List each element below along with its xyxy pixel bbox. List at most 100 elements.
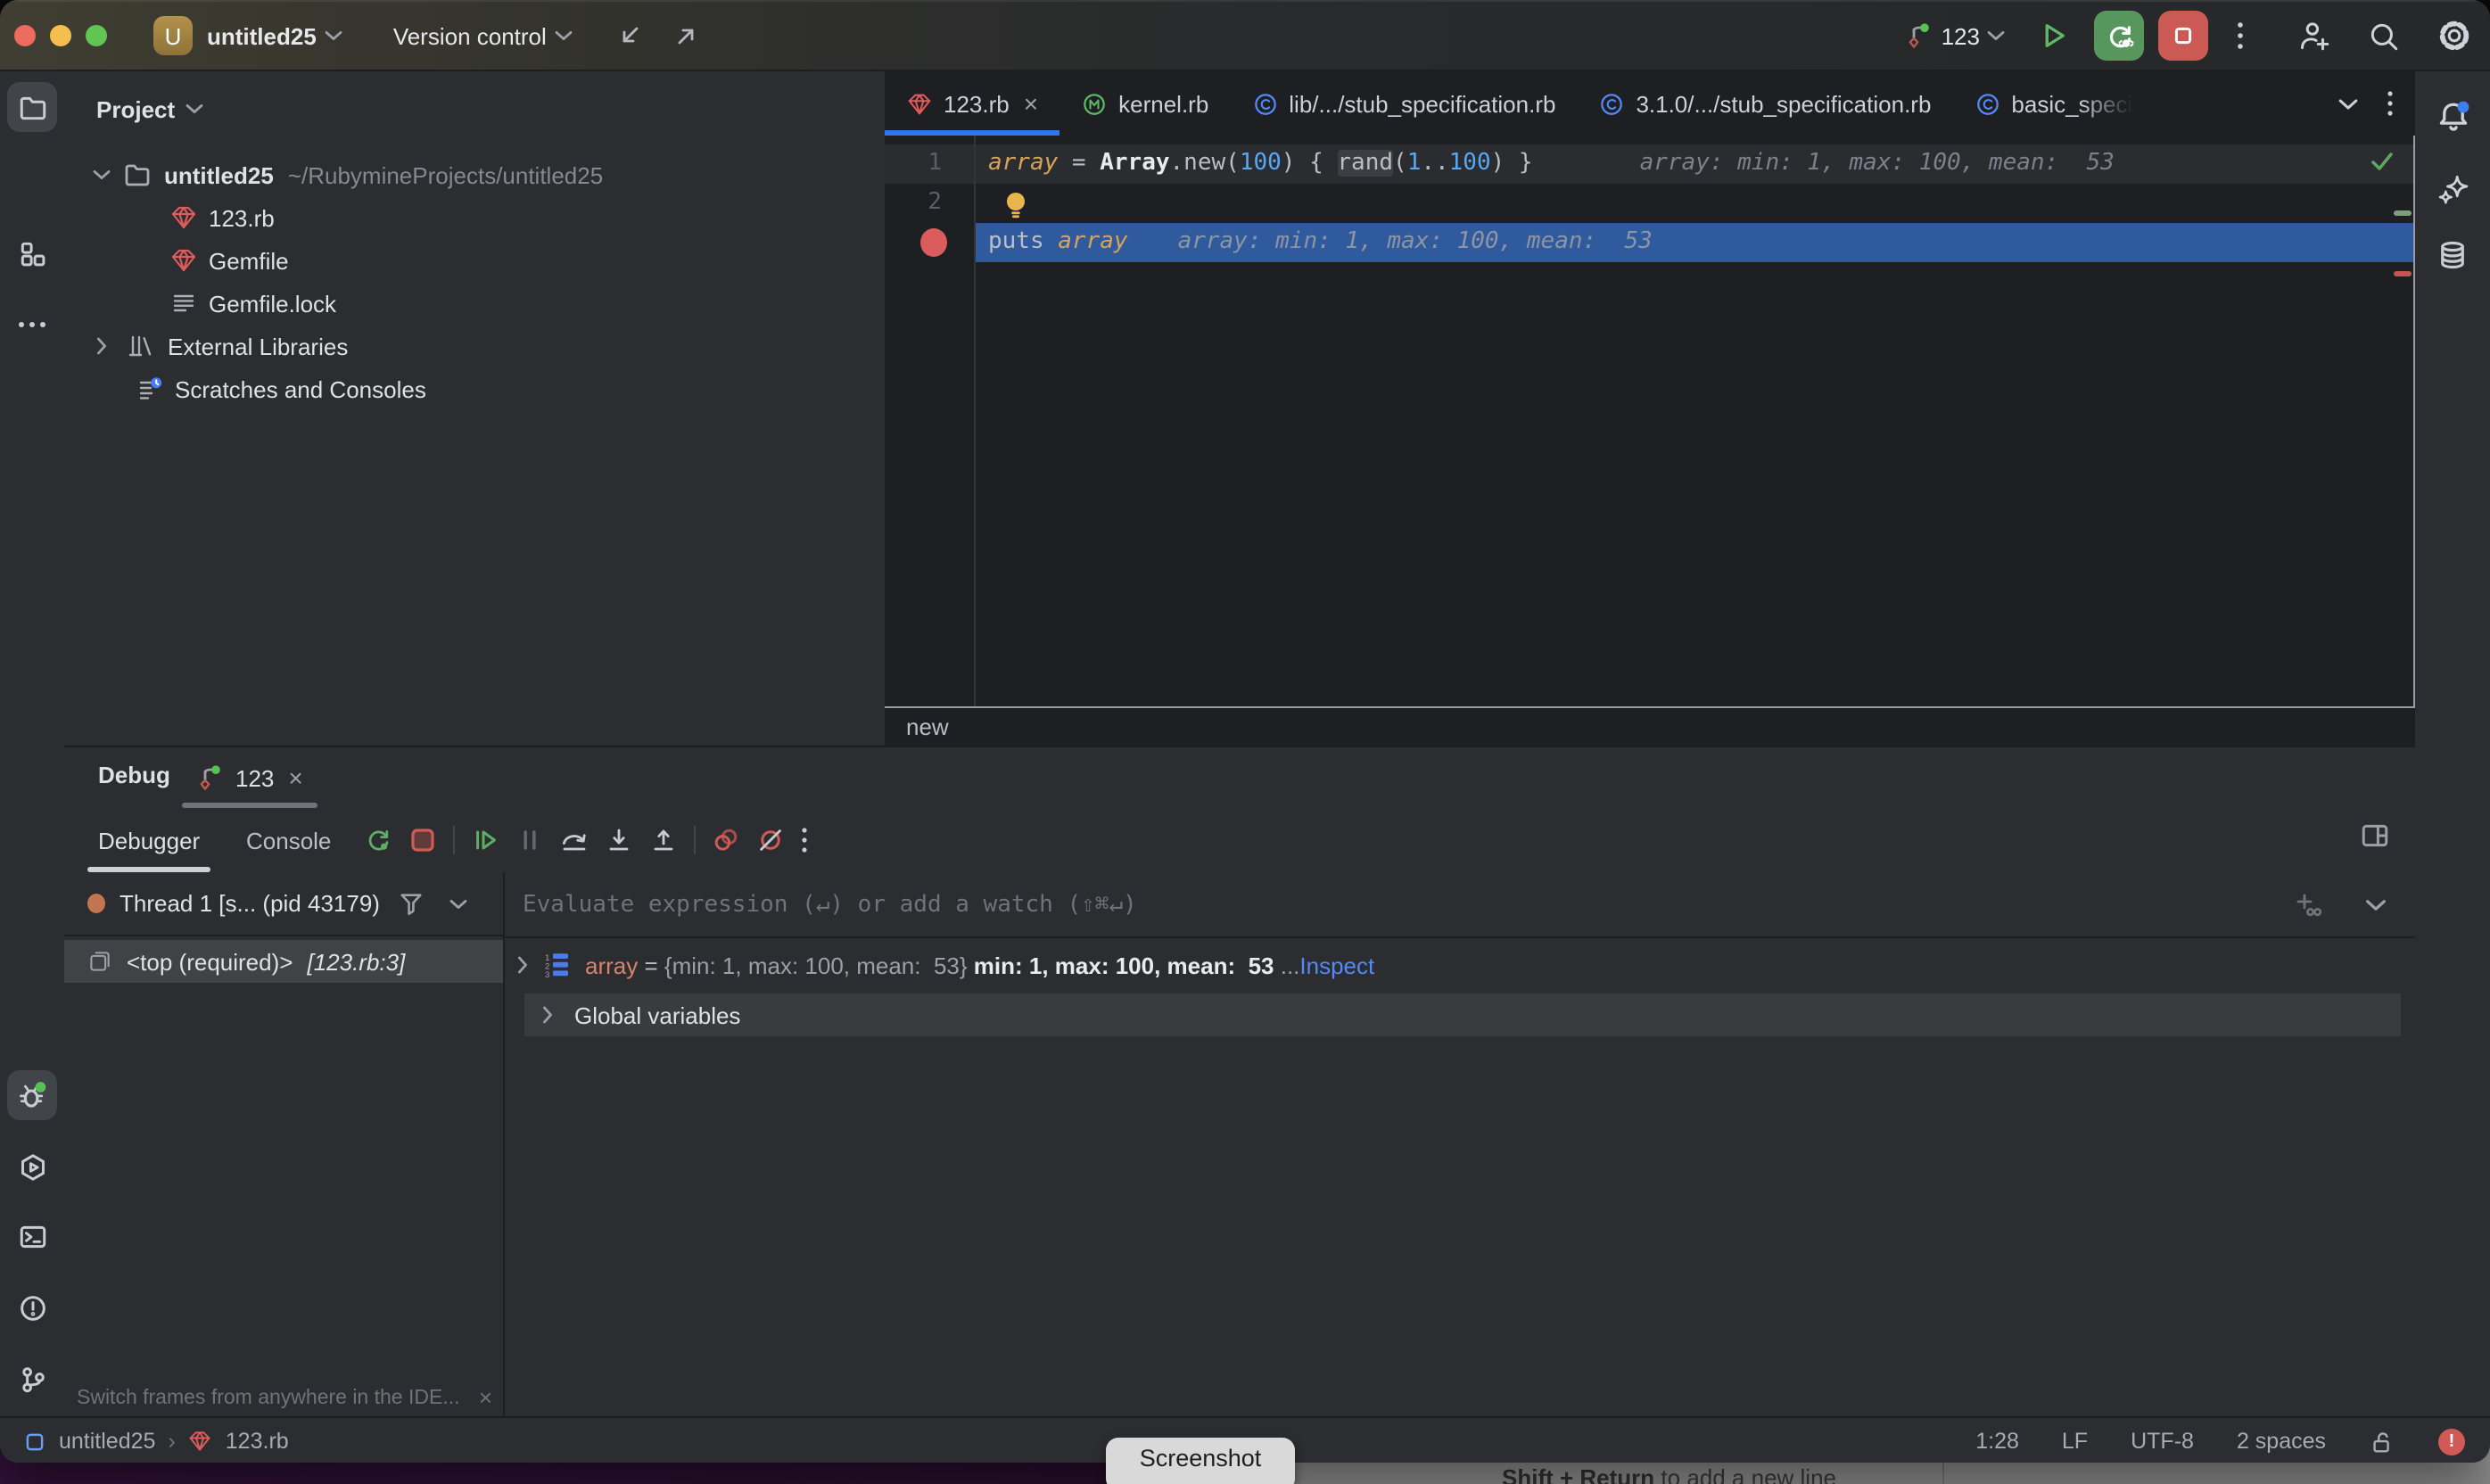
chevron-right-icon[interactable] — [96, 337, 107, 355]
mute-breakpoints-icon[interactable] — [756, 826, 785, 854]
chevron-right-icon[interactable] — [542, 1006, 553, 1024]
step-into-icon[interactable] — [605, 826, 633, 854]
breadcrumb-project[interactable]: untitled25 — [59, 1429, 155, 1454]
line-number[interactable]: 2 — [885, 184, 942, 223]
evaluate-placeholder: Evaluate expression (↵) or add a watch (… — [523, 891, 1137, 918]
breakpoint-icon[interactable] — [920, 228, 947, 257]
run-config-name: 123 — [1942, 22, 1980, 49]
console-view-tab[interactable]: Console — [235, 808, 342, 872]
project-tool-button[interactable] — [7, 82, 57, 132]
chevron-down-icon[interactable] — [93, 169, 111, 180]
layout-settings-icon[interactable] — [2360, 820, 2390, 851]
search-everywhere-icon[interactable] — [2367, 19, 2401, 53]
tree-row-scratches[interactable]: Scratches and Consoles — [64, 367, 885, 410]
code-with-me-user-plus-icon[interactable] — [2297, 19, 2331, 53]
settings-gear-icon[interactable] — [2436, 18, 2472, 54]
chevron-right-icon[interactable] — [517, 956, 528, 974]
tree-item-label: Gemfile.lock — [209, 290, 336, 317]
inspect-link[interactable]: Inspect — [1299, 952, 1374, 978]
token-word-highlight: rand — [1337, 150, 1393, 177]
more-kebab-icon[interactable] — [801, 826, 808, 854]
resume-icon[interactable] — [471, 826, 499, 854]
more-actions-kebab-icon[interactable] — [2230, 20, 2251, 52]
tree-row-file[interactable]: Gemfile.lock — [64, 282, 885, 325]
structure-tool-button[interactable] — [7, 228, 57, 278]
tab-close-icon[interactable]: × — [1024, 91, 1038, 116]
tab-label: 123.rb — [944, 90, 1010, 117]
stop-button[interactable] — [2158, 11, 2208, 61]
close-window-button[interactable] — [14, 25, 36, 46]
editor-tab-123rb[interactable]: 123.rb × — [885, 71, 1059, 136]
breadcrumb-file[interactable]: 123.rb — [226, 1429, 289, 1454]
run-config-branch-icon — [1906, 21, 1934, 50]
token-number: 100 — [1449, 150, 1491, 177]
arrow-up-right-icon[interactable] — [673, 21, 702, 50]
database-button[interactable] — [2428, 230, 2478, 280]
rerun-icon[interactable] — [364, 826, 392, 854]
line-separator-widget[interactable]: LF — [2062, 1429, 2088, 1454]
screenshot-tooltip-text: Screenshot — [1140, 1445, 1262, 1472]
debug-session-tab[interactable]: 123 × — [182, 747, 317, 808]
problems-tool-button[interactable] — [7, 1282, 57, 1332]
indent-widget[interactable]: 2 spaces — [2237, 1429, 2326, 1454]
tree-row-external-libraries[interactable]: External Libraries — [64, 325, 885, 367]
services-tool-button[interactable] — [7, 1142, 57, 1191]
run-button[interactable] — [2037, 20, 2069, 52]
zoom-window-button[interactable] — [86, 25, 107, 46]
notifications-button[interactable] — [2428, 91, 2478, 141]
terminal-tool-button[interactable] — [7, 1211, 57, 1261]
expand-chevron-icon[interactable] — [2365, 898, 2387, 911]
debug-tool-button[interactable] — [7, 1070, 57, 1120]
version-control-tool-button[interactable] — [7, 1354, 57, 1404]
console-tab-label: Console — [246, 827, 331, 853]
inspections-ok-check-icon[interactable] — [2369, 148, 2395, 175]
tree-row-file[interactable]: Gemfile — [64, 239, 885, 282]
caret-position-widget[interactable]: 1:28 — [1975, 1429, 2019, 1454]
frames-hint-text: Switch frames from anywhere in the IDE..… — [77, 1387, 460, 1408]
statusbar-breadcrumb[interactable]: untitled25 › 123.rb — [23, 1429, 289, 1454]
global-variables-row[interactable]: Global variables — [524, 993, 2401, 1036]
minimize-window-button[interactable] — [50, 25, 71, 46]
editor-tab-kernel[interactable]: kernel.rb — [1059, 71, 1230, 136]
intention-bulb-icon[interactable] — [1002, 189, 1029, 221]
frames-hint-close-icon[interactable]: × — [479, 1384, 492, 1411]
stop-icon[interactable] — [408, 826, 437, 854]
line-number[interactable]: 1 — [885, 144, 942, 184]
step-out-icon[interactable] — [649, 826, 678, 854]
add-watch-icon[interactable] — [2290, 888, 2322, 920]
stack-frame-row[interactable]: <top (required)> [123.rb:3] — [64, 940, 503, 983]
editor-tab-lib-stub-specification[interactable]: lib/.../stub_specification.rb — [1230, 71, 1577, 136]
version-control-menu[interactable]: Version control — [393, 22, 547, 49]
rerun-debug-button[interactable] — [2094, 11, 2144, 61]
thread-selector[interactable]: Thread 1 [s... (pid 43179) — [64, 872, 503, 936]
editor-tab-basic-spec[interactable]: basic_speci — [1952, 71, 2154, 136]
project-badge[interactable]: U — [153, 16, 193, 55]
chevron-down-icon[interactable] — [449, 898, 467, 909]
tab-options-kebab-icon[interactable] — [2387, 89, 2394, 118]
project-module-icon — [23, 1430, 46, 1453]
tree-row-file[interactable]: 123.rb — [64, 196, 885, 239]
thread-label: Thread 1 [s... (pid 43179) — [120, 890, 380, 917]
variable-row-array[interactable]: 123 array = {min: 1, max: 100, mean: 53}… — [517, 944, 1374, 986]
more-tool-windows-button[interactable] — [7, 300, 57, 350]
tree-row-root[interactable]: untitled25 ~/RubymineProjects/untitled25 — [64, 153, 885, 196]
error-notification-badge[interactable]: ! — [2438, 1428, 2465, 1455]
view-breakpoints-icon[interactable] — [712, 826, 740, 854]
project-panel-header[interactable]: Project — [96, 89, 203, 128]
filter-funnel-icon[interactable] — [398, 890, 425, 917]
debug-content: Thread 1 [s... (pid 43179) <top (require… — [64, 872, 2415, 1418]
lock-open-icon[interactable] — [2369, 1428, 2395, 1455]
editor-tab-310-stub-specification[interactable]: 3.1.0/.../stub_specification.rb — [1577, 71, 1952, 136]
tab-close-icon[interactable]: × — [288, 765, 302, 790]
step-over-icon[interactable] — [560, 826, 589, 854]
encoding-widget[interactable]: UTF-8 — [2131, 1429, 2194, 1454]
code-editor[interactable]: 1 2 array = Array.new(100) { rand(1..100… — [885, 136, 2415, 708]
run-configuration-selector[interactable]: 123 — [1906, 21, 2005, 50]
ai-assistant-button[interactable] — [2428, 164, 2478, 214]
debugger-view-tab[interactable]: Debugger — [87, 808, 210, 872]
project-name-menu[interactable]: untitled25 — [207, 22, 317, 49]
pause-icon[interactable] — [515, 826, 544, 854]
arrow-down-left-icon[interactable] — [616, 21, 645, 50]
evaluate-expression-bar[interactable]: Evaluate expression (↵) or add a watch (… — [503, 872, 2415, 938]
more-tabs-chevron-icon[interactable] — [2338, 97, 2358, 110]
